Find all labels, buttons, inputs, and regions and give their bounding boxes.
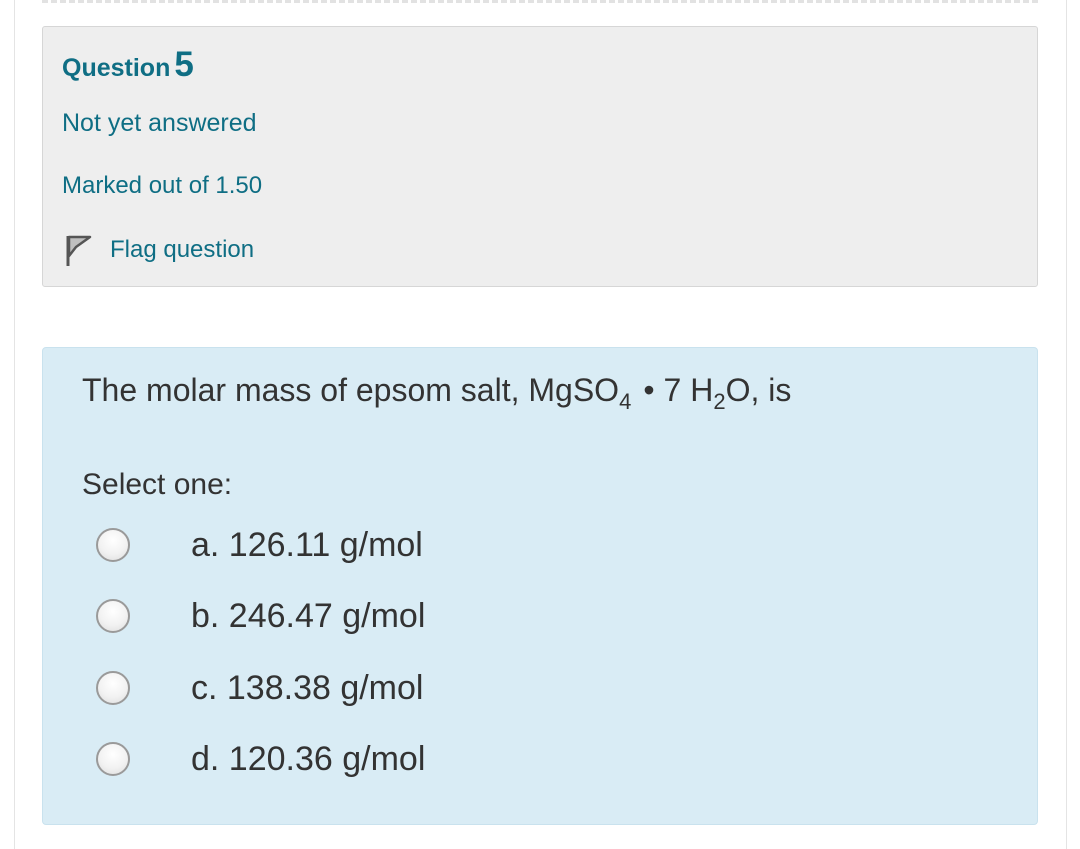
question-number: 5 — [174, 45, 194, 84]
answer-option-c[interactable]: c. 138.38 g/mol — [43, 663, 1039, 715]
question-title: Question 5 — [62, 45, 194, 85]
answer-label-b[interactable]: b. 246.47 g/mol — [191, 597, 425, 636]
answer-label-c[interactable]: c. 138.38 g/mol — [191, 669, 423, 708]
question-content-panel: The molar mass of epsom salt, MgSO4 • 7 H2… — [42, 347, 1038, 825]
flag-icon — [63, 233, 93, 267]
question-info-panel: Question 5 Not yet answered Marked out of… — [42, 26, 1038, 287]
question-text-start: The molar mass of epsom salt, MgSO — [82, 372, 620, 408]
question-text-middle: 7 H — [663, 372, 714, 408]
radio-button-b[interactable] — [96, 599, 130, 633]
hydrate-dot: • — [643, 372, 655, 408]
radio-button-d[interactable] — [96, 742, 130, 776]
radio-button-a[interactable] — [96, 528, 130, 562]
quiz-page: Question 5 Not yet answered Marked out of… — [0, 0, 1080, 849]
subscript-4: 4 — [619, 389, 632, 414]
question-text: The molar mass of epsom salt, MgSO4 • 7 H2… — [82, 372, 792, 413]
answer-option-b[interactable]: b. 246.47 g/mol — [43, 591, 1039, 643]
subscript-2: 2 — [713, 389, 726, 414]
right-page-border — [1066, 0, 1067, 849]
answer-label-a[interactable]: a. 126.11 g/mol — [191, 526, 423, 565]
answer-option-a[interactable]: a. 126.11 g/mol — [43, 520, 1039, 572]
question-state: Not yet answered — [62, 109, 257, 137]
answer-label-d[interactable]: d. 120.36 g/mol — [191, 740, 425, 779]
previous-question-divider — [42, 0, 1038, 7]
question-grade: Marked out of 1.50 — [62, 172, 263, 199]
question-text-end: O, is — [725, 372, 792, 408]
flag-question-button[interactable]: Flag question — [63, 233, 254, 267]
flag-question-label: Flag question — [110, 236, 255, 263]
question-title-prefix: Question — [62, 54, 171, 82]
answer-option-d[interactable]: d. 120.36 g/mol — [43, 734, 1039, 786]
select-one-prompt: Select one: — [82, 468, 233, 501]
radio-button-c[interactable] — [96, 671, 130, 705]
left-page-border — [14, 0, 15, 849]
